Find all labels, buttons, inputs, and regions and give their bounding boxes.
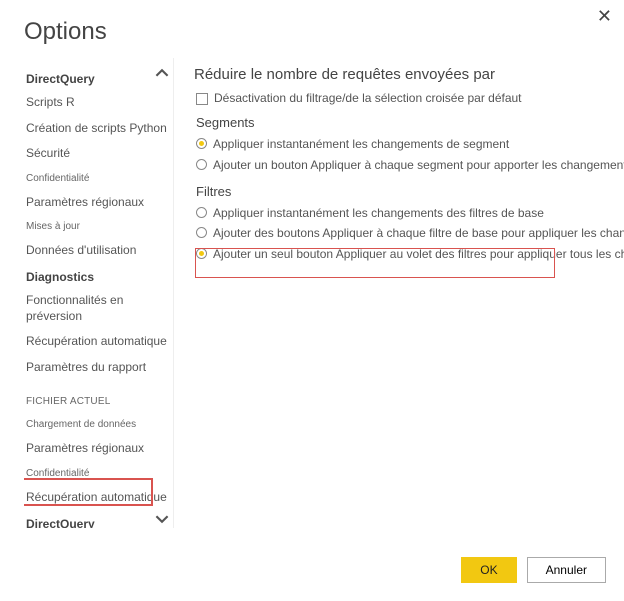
close-icon[interactable]: ✕ (597, 6, 612, 27)
radio-label: Ajouter un seul bouton Appliquer au vole… (213, 246, 624, 263)
sidebar-item-privacy[interactable]: Confidentialité (24, 167, 173, 190)
checkbox-icon[interactable] (196, 93, 208, 105)
radio-segments-instant[interactable]: Appliquer instantanément les changements… (196, 136, 624, 153)
sidebar-item-data-load[interactable]: Chargement de données (24, 413, 173, 436)
sidebar-item-directquery-2[interactable]: DirectQuery (24, 511, 173, 528)
checkbox-disable-crossfilter[interactable]: Désactivation du filtrage/de la sélectio… (196, 91, 624, 105)
main-panel: Réduire le nombre de requêtes envoyées p… (174, 58, 624, 528)
main-heading: Réduire le nombre de requêtes envoyées p… (194, 66, 624, 83)
radio-filters-apply-each[interactable]: Ajouter des boutons Appliquer à chaque f… (196, 225, 624, 242)
radio-label: Appliquer instantanément les changements… (213, 205, 544, 222)
checkbox-label: Désactivation du filtrage/de la sélectio… (214, 91, 522, 105)
radio-label: Appliquer instantanément les changements… (213, 136, 509, 153)
radio-icon[interactable] (196, 227, 207, 238)
dialog-body: DirectQuery Scripts R Création de script… (0, 58, 624, 528)
sidebar-item-autorecovery-2[interactable]: Récupération automatique (24, 485, 173, 511)
sidebar-item-security[interactable]: Sécurité (24, 141, 173, 167)
sidebar-item-diagnostics[interactable]: Diagnostics (24, 264, 173, 288)
segments-heading: Segments (196, 115, 624, 130)
sidebar-item-directquery[interactable]: DirectQuery (24, 66, 173, 90)
radio-icon[interactable] (196, 159, 207, 170)
cancel-button[interactable]: Annuler (527, 557, 606, 583)
sidebar-item-usage-data[interactable]: Données d'utilisation (24, 238, 173, 264)
radio-filters-instant[interactable]: Appliquer instantanément les changements… (196, 205, 624, 222)
radio-icon[interactable] (196, 138, 207, 149)
radio-segments-apply-button[interactable]: Ajouter un bouton Appliquer à chaque seg… (196, 157, 624, 174)
sidebar-item-updates[interactable]: Mises à jour (24, 215, 173, 238)
radio-filters-single-apply[interactable]: Ajouter un seul bouton Appliquer au vole… (196, 246, 624, 263)
radio-label: Ajouter un bouton Appliquer à chaque seg… (213, 157, 624, 174)
sidebar-section-current-file: FICHIER ACTUEL (24, 380, 173, 413)
sidebar-item-python-scripts[interactable]: Création de scripts Python (24, 116, 173, 142)
sidebar-item-autorecovery[interactable]: Récupération automatique (24, 329, 173, 355)
sidebar-item-scripts-r[interactable]: Scripts R (24, 90, 173, 116)
sidebar-item-privacy-2[interactable]: Confidentialité (24, 462, 173, 485)
radio-icon[interactable] (196, 248, 207, 259)
sidebar-item-regional-2[interactable]: Paramètres régionaux (24, 436, 173, 462)
ok-button[interactable]: OK (461, 557, 516, 583)
dialog-footer: OK Annuler (461, 557, 606, 583)
sidebar-item-preview-features[interactable]: Fonctionnalités en préversion (24, 288, 173, 329)
radio-label: Ajouter des boutons Appliquer à chaque f… (213, 225, 624, 242)
chevron-down-icon[interactable] (155, 512, 169, 526)
sidebar-item-regional[interactable]: Paramètres régionaux (24, 190, 173, 216)
dialog-title: Options (0, 0, 624, 58)
radio-icon[interactable] (196, 207, 207, 218)
filters-heading: Filtres (196, 184, 624, 199)
sidebar: DirectQuery Scripts R Création de script… (24, 58, 174, 528)
sidebar-item-report-settings[interactable]: Paramètres du rapport (24, 355, 173, 381)
